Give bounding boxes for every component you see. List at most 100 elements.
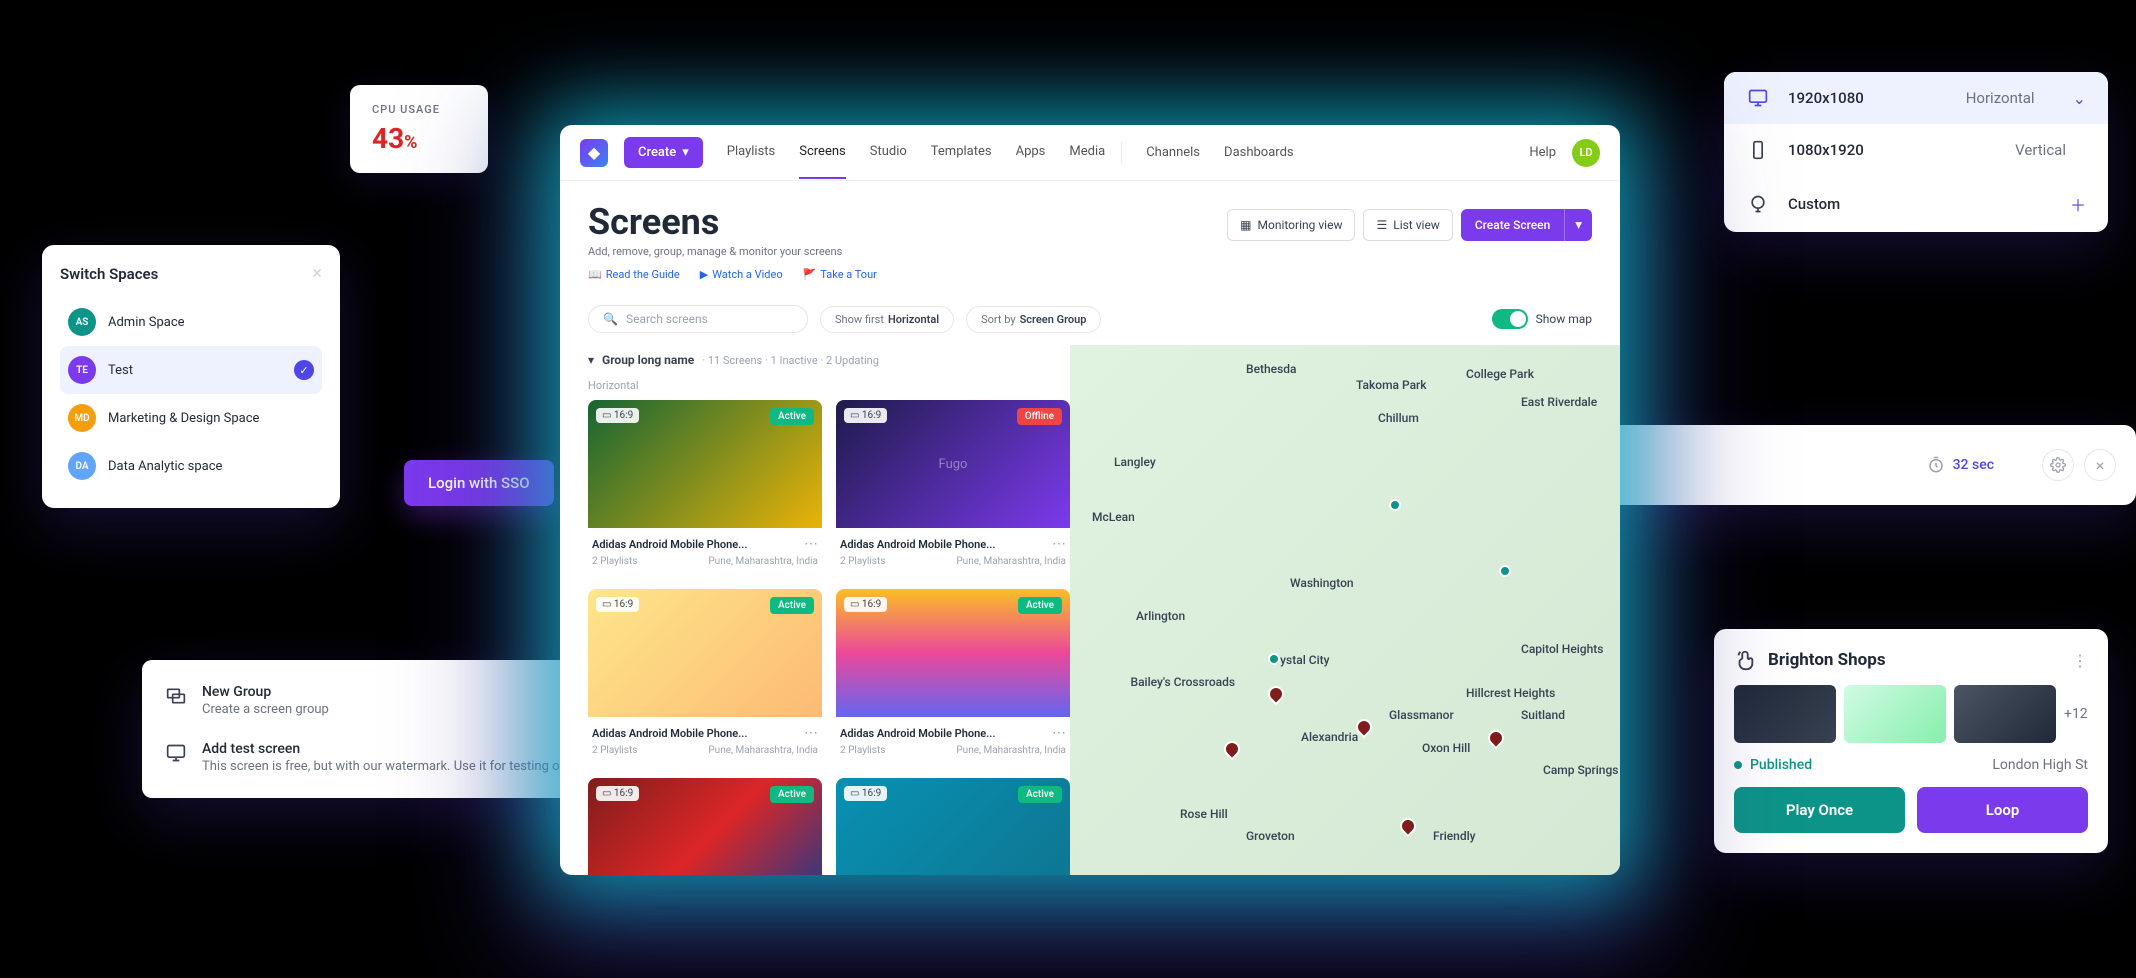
nav-templates[interactable]: Templates xyxy=(931,126,992,179)
cpu-usage-widget: CPU USAGE 43% xyxy=(350,85,488,173)
list-view-button[interactable]: ☰List view xyxy=(1363,209,1452,241)
sort-by-filter[interactable]: Sort by Screen Group xyxy=(966,306,1101,333)
nav-screens[interactable]: Screens xyxy=(799,126,845,179)
read-guide-link[interactable]: 📖 Read the Guide xyxy=(588,268,680,281)
grid-icon: ▦ xyxy=(1240,218,1251,232)
nav-studio[interactable]: Studio xyxy=(870,126,907,179)
map-city-label: Bethesda xyxy=(1246,362,1297,376)
more-icon[interactable]: ⋯ xyxy=(1052,536,1066,552)
login-sso-button[interactable]: Login with SSO xyxy=(404,460,554,506)
device-icon xyxy=(1746,140,1770,160)
map-city-label: Takoma Park xyxy=(1356,378,1427,392)
screen-card[interactable]: ▭ 16:9Active xyxy=(588,778,822,875)
card-location: Pune, Maharashtra, India xyxy=(708,745,818,756)
thumbnail[interactable] xyxy=(1844,685,1946,743)
thumbnail[interactable] xyxy=(1954,685,2056,743)
map-marker-icon[interactable] xyxy=(1499,565,1511,577)
app-logo[interactable]: ◆ xyxy=(580,139,608,167)
more-icon[interactable]: ⋯ xyxy=(804,725,818,741)
map-marker-icon[interactable] xyxy=(1389,499,1401,511)
group-header[interactable]: ▾ Group long name · 11 Screens · 1 Inact… xyxy=(588,345,1070,375)
map-city-label: Hillcrest Heights xyxy=(1466,686,1555,700)
map-pin-icon[interactable] xyxy=(1265,683,1288,706)
nav-playlists[interactable]: Playlists xyxy=(727,126,775,179)
more-icon[interactable]: ⋯ xyxy=(804,536,818,552)
search-icon: 🔍 xyxy=(603,312,618,326)
nav-media[interactable]: Media xyxy=(1069,126,1105,179)
nav-apps[interactable]: Apps xyxy=(1016,126,1046,179)
map-pin-icon[interactable] xyxy=(1485,727,1508,750)
map-pin-icon[interactable] xyxy=(1221,738,1244,761)
card-title: Adidas Android Mobile Phone... xyxy=(592,727,748,740)
space-item[interactable]: TETest✓ xyxy=(60,346,322,394)
chevron-down-icon: ▾ xyxy=(682,145,689,160)
more-count[interactable]: +12 xyxy=(2064,706,2088,722)
menu-icon xyxy=(164,686,188,706)
aspect-ratio-badge: ▭ 16:9 xyxy=(596,597,639,612)
close-icon[interactable]: × xyxy=(312,263,322,284)
show-map-toggle[interactable] xyxy=(1492,309,1528,329)
page-title: Screens xyxy=(588,201,877,243)
create-screen-button[interactable]: Create Screen xyxy=(1461,209,1564,241)
menu-item-desc: This screen is free, but with our waterm… xyxy=(202,759,579,774)
create-button[interactable]: Create▾ xyxy=(624,137,703,168)
space-item[interactable]: ASAdmin Space xyxy=(60,298,322,346)
nav-help[interactable]: Help xyxy=(1529,145,1556,160)
map-panel[interactable]: BethesdaTakoma ParkCollege ParkEast Rive… xyxy=(1070,345,1620,875)
map-pin-icon[interactable] xyxy=(1397,815,1420,838)
resolution-dim: 1080x1920 xyxy=(1788,141,1864,159)
loop-button[interactable]: Loop xyxy=(1917,787,2088,833)
resolution-option[interactable]: Custom＋ xyxy=(1724,176,2108,232)
map-city-label: Washington xyxy=(1290,576,1354,590)
check-icon: ✓ xyxy=(294,360,314,380)
resolution-option[interactable]: 1080x1920Vertical xyxy=(1724,124,2108,176)
menu-icon xyxy=(164,743,188,763)
chevron-down-icon: ▾ xyxy=(588,353,594,367)
space-item[interactable]: MD Marketing & Design Space xyxy=(60,394,322,442)
space-name: Test xyxy=(108,363,282,378)
list-icon: ☰ xyxy=(1376,218,1387,232)
space-avatar: MD xyxy=(68,404,96,432)
more-icon[interactable]: ⋮ xyxy=(2072,651,2088,670)
status-badge: Active xyxy=(1018,786,1062,803)
card-playlists: 2 Playlists xyxy=(592,745,637,756)
card-thumbnail: ▭ 16:9OfflineFugo xyxy=(836,400,1070,528)
nav-channels[interactable]: Channels xyxy=(1146,127,1200,178)
card-location: Pune, Maharashtra, India xyxy=(956,556,1066,567)
map-city-label: Bailey's Crossroads xyxy=(1131,675,1236,689)
screen-card[interactable]: ▭ 16:9Active xyxy=(836,778,1070,875)
create-screen-dropdown[interactable]: ▾ xyxy=(1564,209,1592,241)
watch-video-link[interactable]: ▶ Watch a Video xyxy=(700,268,783,281)
map-marker-icon[interactable] xyxy=(1268,653,1280,665)
map-city-label: Arlington xyxy=(1136,609,1185,623)
screen-card[interactable]: ▭ 16:9OfflineFugoAdidas Android Mobile P… xyxy=(836,400,1070,575)
aspect-ratio-badge: ▭ 16:9 xyxy=(596,408,639,423)
app-window: ◆ Create▾ Playlists Screens Studio Templ… xyxy=(560,125,1620,875)
resolution-option[interactable]: 1920x1080Horizontal⌄ xyxy=(1724,72,2108,124)
show-map-label: Show map xyxy=(1536,312,1592,326)
remove-icon[interactable]: × xyxy=(2084,449,2116,481)
show-first-filter[interactable]: Show first Horizontal xyxy=(820,306,954,333)
screen-card[interactable]: ▭ 16:9ActiveAdidas Android Mobile Phone.… xyxy=(836,589,1070,764)
map-city-label: Glassmanor xyxy=(1389,708,1454,722)
take-tour-link[interactable]: 🚩 Take a Tour xyxy=(803,268,877,281)
settings-icon[interactable] xyxy=(2042,449,2074,481)
play-once-button[interactable]: Play Once xyxy=(1734,787,1905,833)
map-city-label: College Park xyxy=(1466,367,1534,381)
search-input[interactable]: 🔍Search screens xyxy=(588,305,808,333)
more-icon[interactable]: ⋯ xyxy=(1052,725,1066,741)
screen-card[interactable]: ▭ 16:9ActiveAdidas Android Mobile Phone.… xyxy=(588,400,822,575)
screen-card[interactable]: ▭ 16:9ActiveAdidas Android Mobile Phone.… xyxy=(588,589,822,764)
aspect-ratio-badge: ▭ 16:9 xyxy=(844,597,887,612)
thumbnail[interactable] xyxy=(1734,685,1836,743)
space-name: Marketing & Design Space xyxy=(108,411,314,426)
card-thumbnail: ▭ 16:9Active xyxy=(836,778,1070,875)
menu-item-title: Add test screen xyxy=(202,741,579,757)
space-name: Data Analytic space xyxy=(108,459,314,474)
space-item[interactable]: DAData Analytic space xyxy=(60,442,322,490)
nav-dashboards[interactable]: Dashboards xyxy=(1224,127,1294,178)
user-avatar[interactable]: LD xyxy=(1572,139,1600,167)
map-city-label: Suitland xyxy=(1521,708,1565,722)
monitoring-view-button[interactable]: ▦Monitoring view xyxy=(1227,209,1355,241)
map-city-label: Oxon Hill xyxy=(1422,741,1470,755)
